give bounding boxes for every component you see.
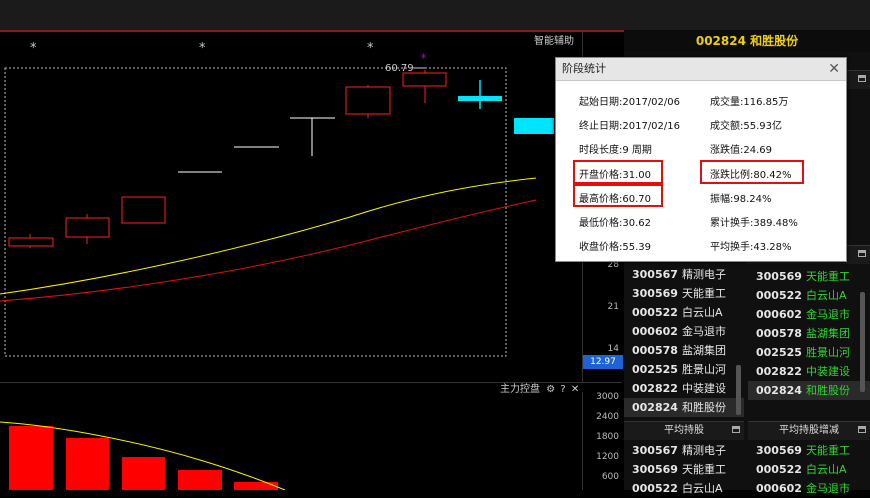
list-item[interactable]: 300569 天能重工 [748, 267, 870, 286]
list-item[interactable]: 002525 胜景山河 [624, 360, 744, 379]
stat-volume: 成交量:116.85万 [710, 97, 789, 108]
panel-header-avg-holding-change: 平均持股增减 [748, 421, 870, 440]
list-item[interactable]: 000602 金马退市 [748, 479, 870, 498]
axis-label: 1200 [596, 452, 619, 462]
list-item[interactable]: 300567 精测电子 [624, 265, 744, 284]
stat-end-date: 终止日期:2017/02/16 [579, 121, 681, 132]
cyan-block [514, 118, 554, 134]
subchart-axis: 3000 2400 1800 1200 600 [582, 392, 623, 490]
volume-bar[interactable] [122, 457, 165, 490]
list-item[interactable]: 300569 天能重工 [748, 441, 870, 460]
list-item[interactable]: 000522 白云山A [624, 303, 744, 322]
highlight-box [573, 160, 663, 184]
stat-turnover: 成交额:55.93亿 [710, 121, 782, 132]
list-item[interactable]: 000522 白云山A [624, 479, 744, 498]
axis-label: 600 [601, 472, 619, 482]
stat-low-price: 最低价格:30.62 [579, 218, 651, 229]
candle[interactable] [8, 234, 54, 248]
stock-list-right: 300569 天能重工 000522 白云山A 000602 金马退市 000578 盐… [748, 267, 870, 400]
list-item[interactable]: 300569 天能重工 [624, 460, 744, 479]
peak-marker: * [420, 52, 427, 67]
scrollbar[interactable] [860, 292, 865, 392]
list-item[interactable]: 000578 盐湖集团 [624, 341, 744, 360]
list-item[interactable]: 000522 白云山A [748, 460, 870, 479]
dialog-title: 阶段统计 [562, 62, 606, 75]
list-item[interactable]: 000602 金马退市 [748, 305, 870, 324]
list-item-selected[interactable]: 002824 和胜股份 [624, 398, 744, 417]
axis-label: 1800 [596, 432, 619, 442]
candle[interactable] [121, 196, 166, 224]
maximize-icon[interactable] [858, 426, 866, 433]
stock-list-left: 300567 精测电子 300569 天能重工 000522 白云山A 000602 金… [624, 265, 744, 417]
maximize-icon[interactable] [858, 250, 866, 257]
list-item[interactable]: 000522 白云山A [748, 286, 870, 305]
volume-bar[interactable] [234, 482, 278, 490]
stat-period-length: 时段长度:9 周期 [579, 145, 652, 156]
event-marker[interactable]: * [30, 41, 37, 56]
axis-label: 2400 [596, 412, 619, 422]
kline-chart[interactable]: * * * * 60.79 [0, 32, 582, 382]
event-marker[interactable]: * [199, 41, 206, 56]
volume-bar[interactable] [9, 426, 53, 490]
candle[interactable] [402, 70, 447, 103]
dialog-header[interactable]: 阶段统计 ✕ [556, 58, 846, 81]
maximize-icon[interactable] [858, 75, 866, 82]
candle[interactable] [290, 117, 335, 156]
stock-title: 002824 和胜股份 [624, 30, 870, 53]
list-item[interactable]: 000578 盐湖集团 [748, 324, 870, 343]
main-control-chart[interactable] [0, 392, 582, 490]
stage-stats-dialog: 阶段统计 ✕ 起始日期:2017/02/06 终止日期:2017/02/16 时… [555, 57, 847, 262]
list-item[interactable]: 000602 金马退市 [624, 322, 744, 341]
scrollbar[interactable] [736, 365, 741, 415]
stat-avg-turnover: 平均换手:43.28% [710, 242, 792, 253]
list-item[interactable]: 300569 天能重工 [624, 284, 744, 303]
avg-holding-change-list: 300569 天能重工 000522 白云山A 000602 金马退市 [748, 441, 870, 498]
current-price-tag: 12.97 [583, 355, 623, 369]
list-item[interactable]: 002822 中装建设 [624, 379, 744, 398]
stat-cum-turnover: 累计换手:389.48% [710, 218, 798, 229]
stat-start-date: 起始日期:2017/02/06 [579, 97, 681, 108]
stat-change: 涨跌值:24.69 [710, 145, 772, 156]
stat-close-price: 收盘价格:55.39 [579, 242, 651, 253]
list-item-selected[interactable]: 002824 和胜股份 [748, 381, 870, 400]
list-item[interactable]: 300567 精测电子 [624, 441, 744, 460]
close-icon[interactable]: ✕ [828, 58, 840, 80]
top-toolbar [0, 0, 870, 32]
peak-label: 60.79 [385, 63, 414, 74]
smart-assist-button[interactable]: 智能辅助 [534, 32, 574, 47]
maximize-icon[interactable] [732, 426, 740, 433]
volume-bar[interactable] [66, 438, 109, 490]
axis-label: 3000 [596, 392, 619, 402]
panel-header-avg-holding: 平均持股 [624, 421, 744, 440]
axis-label: 21 [607, 302, 619, 312]
volume-bar[interactable] [178, 470, 222, 490]
candle-today[interactable] [458, 80, 502, 109]
list-item[interactable]: 002822 中装建设 [748, 362, 870, 381]
event-marker[interactable]: * [367, 41, 374, 56]
list-item[interactable]: 002525 胜景山河 [748, 343, 870, 362]
avg-holding-list: 300567 精测电子 300569 天能重工 000522 白云山A [624, 441, 744, 498]
ma-long-line [0, 199, 537, 302]
candle[interactable] [345, 85, 391, 118]
highlight-box [573, 184, 663, 207]
axis-label: 14 [607, 344, 619, 354]
stat-amplitude: 振幅:98.24% [710, 194, 772, 205]
candle[interactable] [65, 214, 110, 244]
highlight-box [700, 160, 804, 184]
selection-range[interactable] [4, 67, 507, 357]
